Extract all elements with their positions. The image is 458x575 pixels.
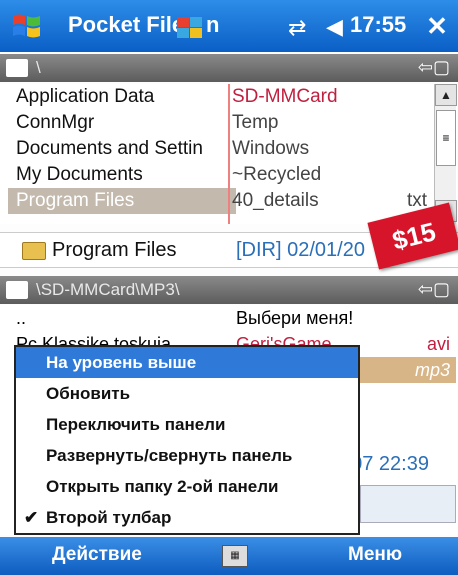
- clock[interactable]: 17:55: [350, 12, 406, 38]
- file-name: SD-MMCard: [232, 86, 338, 107]
- file-list-item[interactable]: ..: [16, 305, 226, 331]
- menu-item[interactable]: Обновить: [16, 378, 358, 409]
- app-logo-icon: [177, 17, 202, 38]
- file-name: Windows: [232, 138, 310, 159]
- selected-item-meta: [DIR] 02/01/20: [236, 239, 365, 261]
- file-list-item[interactable]: Documents and Settin: [16, 136, 226, 162]
- menu-softkey[interactable]: Меню: [348, 544, 402, 566]
- path-actions-icon[interactable]: ⇦▢: [418, 57, 450, 78]
- menu-item[interactable]: Переключить панели: [16, 409, 358, 440]
- bottom-path-text: \SD-MMCard\MP3\: [36, 280, 180, 299]
- menu-item[interactable]: Открыть папку 2-ой панели: [16, 471, 358, 502]
- file-list-item[interactable]: Temp: [230, 110, 433, 136]
- file-list-item[interactable]: Windows: [230, 136, 433, 162]
- file-list-item[interactable]: My Documents: [16, 162, 226, 188]
- top-path-text: \: [36, 58, 41, 77]
- checkmark-icon: ✔: [24, 508, 39, 527]
- action-softkey[interactable]: Действие: [52, 544, 142, 566]
- menu-item[interactable]: ✔ Второй тулбар: [16, 502, 358, 533]
- title-suffix: n: [206, 12, 220, 37]
- file-name: Temp: [232, 112, 279, 133]
- close-button[interactable]: ✕: [420, 10, 454, 42]
- menu-item-label: Второй тулбар: [46, 508, 172, 527]
- connectivity-icon[interactable]: ⇄: [288, 15, 306, 41]
- selected-item-name: Program Files: [52, 239, 177, 261]
- file-list-item[interactable]: Выбери меня!: [236, 305, 456, 331]
- soft-key-bar: Действие ▦ Меню: [0, 537, 458, 575]
- top-right-column: SD-MMCard Temp Windows ~Recycled 40_details t…: [228, 84, 433, 224]
- file-list-item[interactable]: Application Data: [16, 84, 226, 110]
- top-left-column: Application Data ConnMgr Documents and Set…: [8, 84, 236, 214]
- file-list-item[interactable]: Program Files: [8, 188, 236, 214]
- top-path-bar[interactable]: \ ⇦▢: [0, 54, 458, 82]
- folder-icon: [6, 281, 28, 299]
- menu-item-label: Открыть папку 2-ой панели: [46, 477, 279, 496]
- folder-icon: [6, 59, 28, 77]
- file-list-item[interactable]: SD-MMCard: [230, 84, 433, 110]
- scroll-thumb[interactable]: ≡: [436, 110, 456, 166]
- file-extension: mp3: [414, 360, 450, 380]
- title-bar: Pocket File n ⇄ ◀ 17:55 ✕: [0, 0, 458, 52]
- menu-item[interactable]: На уровень выше: [16, 347, 358, 378]
- folder-icon: [22, 242, 46, 260]
- file-extension: avi: [426, 334, 450, 354]
- file-name: ~Recycled: [232, 164, 322, 185]
- file-list-item[interactable]: 40_details txt: [230, 188, 433, 214]
- app-title: Pocket File: [68, 12, 185, 37]
- volume-icon[interactable]: ◀: [326, 14, 343, 40]
- menu-item-label: Обновить: [46, 384, 131, 403]
- keyboard-icon[interactable]: ▦: [222, 545, 248, 567]
- menu-item[interactable]: Развернуть/свернуть панель: [16, 440, 358, 471]
- menu-item-label: Развернуть/свернуть панель: [46, 446, 293, 465]
- bottom-path-bar[interactable]: \SD-MMCard\MP3\ ⇦▢: [0, 276, 458, 304]
- file-name: Выбери меня!: [236, 308, 354, 328]
- windows-start-icon[interactable]: [10, 10, 44, 42]
- scroll-up-icon[interactable]: ▲: [435, 84, 457, 106]
- path-actions-icon[interactable]: ⇦▢: [418, 279, 450, 300]
- bottom-info-field: [360, 485, 456, 523]
- menu-item-label: Переключить панели: [46, 415, 226, 434]
- menu-item-label: На уровень выше: [46, 353, 197, 372]
- top-file-panel: Application Data ConnMgr Documents and Set…: [0, 84, 458, 224]
- context-menu: На уровень выше Обновить Переключить панел…: [14, 345, 360, 535]
- pocket-pc-screen: Pocket File n ⇄ ◀ 17:55 ✕ \ ⇦▢ Applicati…: [0, 0, 458, 575]
- file-list-item[interactable]: ConnMgr: [16, 110, 226, 136]
- file-list-item[interactable]: ~Recycled: [230, 162, 433, 188]
- file-name: 40_details: [232, 190, 319, 211]
